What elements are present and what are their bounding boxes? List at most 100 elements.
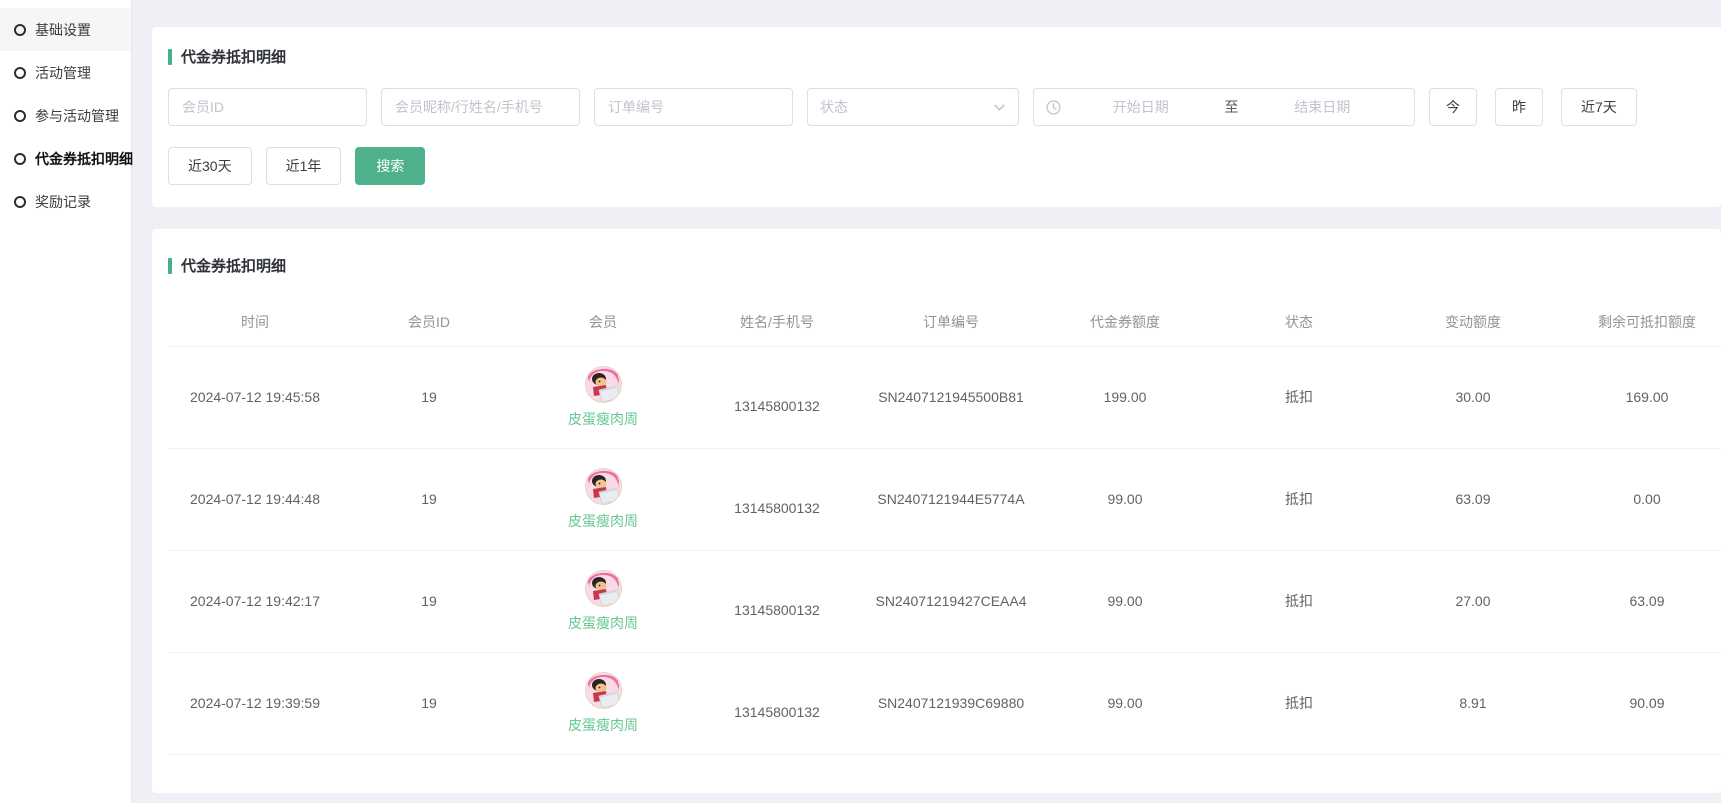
cell-time: 2024-07-12 19:44:48 <box>168 448 342 550</box>
column-header-voucher-amount: 代金券额度 <box>1038 298 1212 346</box>
filter-card-title: 代金券抵扣明细 <box>168 46 1705 67</box>
chevron-down-icon <box>993 101 1006 114</box>
circle-outline-icon <box>14 153 26 165</box>
sidebar-item-basic-settings[interactable]: 基础设置 <box>0 8 131 51</box>
filter-card-title-text: 代金券抵扣明细 <box>181 46 286 67</box>
table-row: 2024-07-12 19:39:59 19 皮蛋瘦肉周 13145800132 <box>168 652 1721 754</box>
cell-order-no: SN2407121939C69880 <box>864 652 1038 754</box>
quick-range-7days-button[interactable]: 近7天 <box>1561 88 1637 126</box>
cell-change-amount: 8.91 <box>1386 652 1560 754</box>
cell-member-id: 19 <box>342 448 516 550</box>
cell-phone: 13145800132 <box>690 652 864 754</box>
title-accent-bar <box>168 258 172 274</box>
sidebar-item-label: 活动管理 <box>35 63 91 83</box>
cell-member: 皮蛋瘦肉周 <box>516 448 690 550</box>
table-row: 2024-07-12 19:45:58 19 皮蛋瘦肉周 13145800132 <box>168 346 1721 448</box>
cell-voucher-amount: 199.00 <box>1038 346 1212 448</box>
member-avatar <box>585 672 622 709</box>
table-card-title-text: 代金券抵扣明细 <box>181 255 286 276</box>
member-name-link[interactable]: 皮蛋瘦肉周 <box>568 613 638 633</box>
member-avatar <box>585 570 622 607</box>
member-nickname-input[interactable] <box>381 88 580 126</box>
quick-range-30days-button[interactable]: 近30天 <box>168 147 252 185</box>
cell-remaining: 90.09 <box>1560 652 1721 754</box>
cell-member-id: 19 <box>342 652 516 754</box>
circle-outline-icon <box>14 24 26 36</box>
member-avatar <box>585 366 622 403</box>
cell-member-id: 19 <box>342 550 516 652</box>
column-header-name-phone: 姓名/手机号 <box>690 298 864 346</box>
cell-status: 抵扣 <box>1212 550 1386 652</box>
column-header-member: 会员 <box>516 298 690 346</box>
cell-phone: 13145800132 <box>690 448 864 550</box>
start-date-placeholder: 开始日期 <box>1061 97 1221 117</box>
table-row: 2024-07-12 19:42:17 19 皮蛋瘦肉周 13145800132 <box>168 550 1721 652</box>
cell-order-no: SN24071219427CEAA4 <box>864 550 1038 652</box>
cell-status: 抵扣 <box>1212 448 1386 550</box>
cell-voucher-amount: 99.00 <box>1038 652 1212 754</box>
cell-time: 2024-07-12 19:42:17 <box>168 550 342 652</box>
cell-remaining: 0.00 <box>1560 448 1721 550</box>
cell-remaining: 169.00 <box>1560 346 1721 448</box>
cell-order-no: SN2407121945500B81 <box>864 346 1038 448</box>
table-header: 时间 会员ID 会员 姓名/手机号 订单编号 代金券额度 状态 变动额度 剩余可… <box>168 298 1721 346</box>
end-date-placeholder: 结束日期 <box>1243 97 1403 117</box>
cell-member: 皮蛋瘦肉周 <box>516 346 690 448</box>
deduction-table: 时间 会员ID 会员 姓名/手机号 订单编号 代金券额度 状态 变动额度 剩余可… <box>168 298 1721 755</box>
cell-change-amount: 27.00 <box>1386 550 1560 652</box>
cell-change-amount: 63.09 <box>1386 448 1560 550</box>
sidebar: 基础设置 活动管理 参与活动管理 代金券抵扣明细 奖励记录 <box>0 0 132 803</box>
main-content: 代金券抵扣明细 状态 开始日期 至 结束日期 今 昨 近7天 <box>132 0 1721 803</box>
date-range-separator: 至 <box>1221 97 1243 117</box>
member-id-input[interactable] <box>168 88 367 126</box>
member-name-link[interactable]: 皮蛋瘦肉周 <box>568 715 638 735</box>
app-root: 基础设置 活动管理 参与活动管理 代金券抵扣明细 奖励记录 代金券抵扣明细 <box>0 0 1721 803</box>
member-name-link[interactable]: 皮蛋瘦肉周 <box>568 511 638 531</box>
cell-order-no: SN2407121944E5774A <box>864 448 1038 550</box>
column-header-member-id: 会员ID <box>342 298 516 346</box>
column-header-remaining: 剩余可抵扣额度 <box>1560 298 1721 346</box>
column-header-status: 状态 <box>1212 298 1386 346</box>
quick-range-yesterday-button[interactable]: 昨 <box>1495 88 1543 126</box>
cell-status: 抵扣 <box>1212 652 1386 754</box>
cell-remaining: 63.09 <box>1560 550 1721 652</box>
cell-phone: 13145800132 <box>690 550 864 652</box>
member-name-link[interactable]: 皮蛋瘦肉周 <box>568 409 638 429</box>
filter-row-1: 状态 开始日期 至 结束日期 今 昨 近7天 <box>168 88 1705 126</box>
sidebar-item-voucher-deduction-detail[interactable]: 代金券抵扣明细 <box>0 137 131 180</box>
cell-change-amount: 30.00 <box>1386 346 1560 448</box>
column-header-order-no: 订单编号 <box>864 298 1038 346</box>
table-card-title: 代金券抵扣明细 <box>168 255 1721 276</box>
clock-icon <box>1046 100 1061 115</box>
cell-member: 皮蛋瘦肉周 <box>516 550 690 652</box>
circle-outline-icon <box>14 196 26 208</box>
cell-member-id: 19 <box>342 346 516 448</box>
sidebar-item-reward-records[interactable]: 奖励记录 <box>0 180 131 223</box>
table-row: 2024-07-12 19:44:48 19 皮蛋瘦肉周 13145800132 <box>168 448 1721 550</box>
circle-outline-icon <box>14 67 26 79</box>
quick-range-1year-button[interactable]: 近1年 <box>266 147 342 185</box>
cell-time: 2024-07-12 19:45:58 <box>168 346 342 448</box>
sidebar-item-label: 基础设置 <box>35 20 91 40</box>
cell-status: 抵扣 <box>1212 346 1386 448</box>
date-range-picker[interactable]: 开始日期 至 结束日期 <box>1033 88 1415 126</box>
cell-voucher-amount: 99.00 <box>1038 448 1212 550</box>
cell-member: 皮蛋瘦肉周 <box>516 652 690 754</box>
quick-range-today-button[interactable]: 今 <box>1429 88 1477 126</box>
sidebar-item-activity-management[interactable]: 活动管理 <box>0 51 131 94</box>
sidebar-item-label: 代金券抵扣明细 <box>35 149 133 169</box>
search-button[interactable]: 搜索 <box>355 147 425 185</box>
order-number-input[interactable] <box>594 88 793 126</box>
cell-voucher-amount: 99.00 <box>1038 550 1212 652</box>
status-select[interactable]: 状态 <box>807 88 1019 126</box>
cell-time: 2024-07-12 19:39:59 <box>168 652 342 754</box>
sidebar-item-participation-management[interactable]: 参与活动管理 <box>0 94 131 137</box>
cell-phone: 13145800132 <box>690 346 864 448</box>
status-select-placeholder: 状态 <box>820 97 848 117</box>
title-accent-bar <box>168 49 172 65</box>
sidebar-item-label: 奖励记录 <box>35 192 91 212</box>
filter-row-2: 近30天 近1年 搜索 <box>168 147 1705 185</box>
table-card: 代金券抵扣明细 时间 会员ID 会员 姓名/手机号 订单编号 代金券额度 状态 … <box>152 229 1721 793</box>
member-avatar <box>585 468 622 505</box>
circle-outline-icon <box>14 110 26 122</box>
